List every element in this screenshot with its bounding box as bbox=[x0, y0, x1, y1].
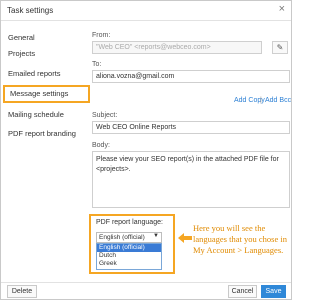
sidebar-item-label: Message settings bbox=[10, 89, 69, 98]
annotation-text: Here you will see the languages that you… bbox=[193, 223, 287, 255]
language-option[interactable]: English (official) bbox=[97, 244, 161, 252]
dialog-titlebar: Task settings × bbox=[1, 1, 291, 21]
pencil-icon: ✎ bbox=[276, 43, 284, 52]
from-field: "Web CEO" <reports@webceo.com> bbox=[92, 41, 262, 54]
save-button[interactable]: Save bbox=[261, 285, 286, 298]
delete-button[interactable]: Delete bbox=[7, 285, 37, 298]
chevron-down-icon: ▼ bbox=[153, 233, 159, 239]
dialog-footer: Delete Cancel Save bbox=[1, 282, 291, 300]
subject-field[interactable]: Web CEO Online Reports bbox=[92, 121, 290, 134]
subject-label: Subject: bbox=[92, 112, 118, 119]
body-label: Body: bbox=[92, 142, 110, 149]
from-label: From: bbox=[92, 32, 111, 39]
sidebar-item-pdf-report-branding[interactable]: PDF report branding bbox=[8, 129, 76, 138]
edit-from-button[interactable]: ✎ bbox=[272, 41, 288, 54]
cancel-button[interactable]: Cancel bbox=[228, 285, 257, 298]
to-field[interactable]: aliona.vozna@gmail.com bbox=[92, 70, 290, 83]
pdf-language-label: PDF report language: bbox=[96, 219, 163, 226]
language-option[interactable]: Dutch bbox=[97, 252, 161, 260]
pdf-language-options: English (official) Dutch Greek bbox=[96, 243, 162, 270]
pdf-language-section: PDF report language: English (official) … bbox=[89, 214, 175, 274]
close-icon[interactable]: × bbox=[279, 4, 285, 15]
arrow-left-icon bbox=[178, 233, 192, 243]
sidebar-item-emailed-reports[interactable]: Emailed reports bbox=[8, 69, 61, 78]
task-settings-dialog: Task settings × General Projects Emailed… bbox=[0, 0, 292, 300]
to-label: To: bbox=[92, 61, 102, 68]
sidebar-item-projects[interactable]: Projects bbox=[8, 49, 35, 58]
add-bcc-link[interactable]: Add Bcc bbox=[265, 97, 291, 104]
sidebar-item-mailing-schedule[interactable]: Mailing schedule bbox=[8, 110, 64, 119]
dialog-title: Task settings bbox=[7, 6, 54, 15]
language-option[interactable]: Greek bbox=[97, 260, 161, 268]
sidebar-item-general[interactable]: General bbox=[8, 33, 35, 42]
sidebar-item-message-settings[interactable]: Message settings bbox=[3, 85, 90, 103]
link-separator: | bbox=[260, 97, 262, 104]
pdf-language-selected: English (official) bbox=[99, 234, 145, 241]
body-textarea[interactable]: Please view your SEO report(s) in the at… bbox=[92, 151, 290, 208]
pdf-language-select[interactable]: English (official) ▼ bbox=[96, 232, 162, 243]
